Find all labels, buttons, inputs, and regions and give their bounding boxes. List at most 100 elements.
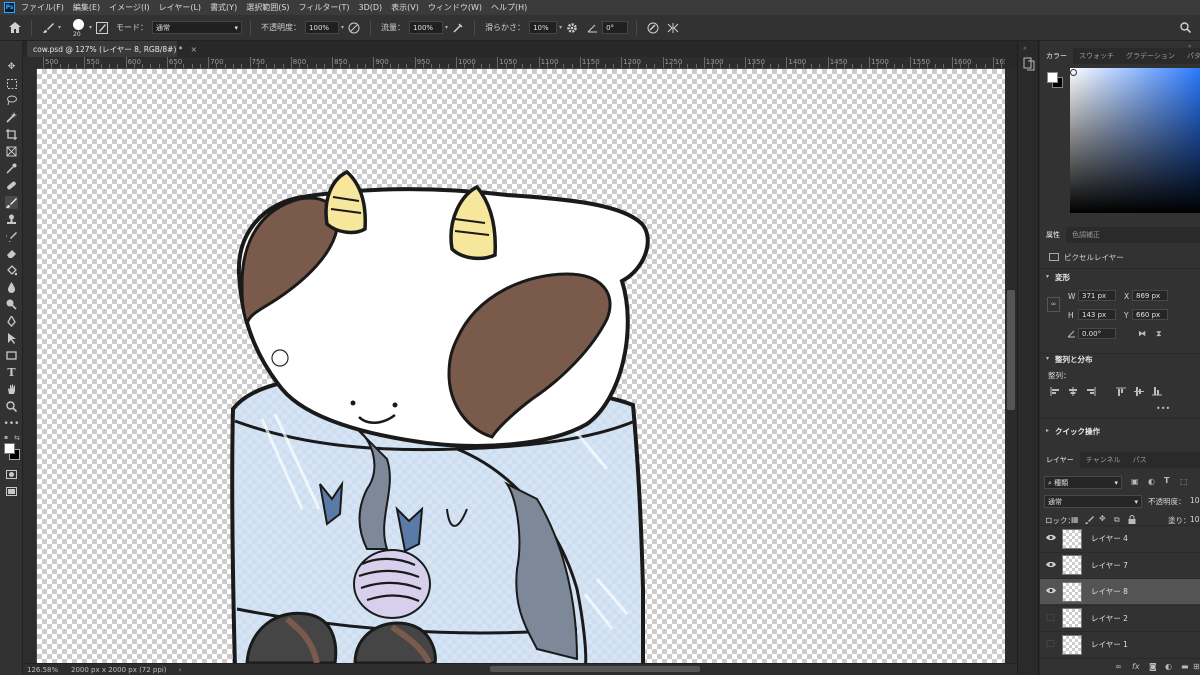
history-panel-icon[interactable] [1023, 57, 1035, 71]
frame-tool-icon[interactable] [5, 145, 18, 158]
menu-image[interactable]: イメージ(I) [109, 2, 149, 13]
align-header[interactable]: 整列と分布 [1055, 354, 1093, 365]
lock-artboard-icon[interactable]: ⧉ [1114, 515, 1120, 525]
history-brush-tool-icon[interactable] [5, 230, 18, 243]
home-icon[interactable] [8, 21, 22, 35]
menu-3d[interactable]: 3D(D) [359, 3, 383, 12]
smoothing-input[interactable]: 10% [529, 21, 558, 34]
angle-input[interactable]: 0° [602, 21, 629, 34]
move-tool-icon[interactable]: ✥ [5, 60, 18, 73]
filter-shape-icon[interactable]: ⬚ [1180, 477, 1188, 486]
chevron-right-icon[interactable]: ▸ [1046, 427, 1049, 434]
lasso-tool-icon[interactable] [5, 94, 18, 107]
layer-thumbnail[interactable] [1062, 581, 1082, 602]
align-center-icon[interactable] [1068, 387, 1078, 398]
tab-gradients[interactable]: グラデーション [1120, 48, 1181, 64]
lock-transparency-icon[interactable]: ▦ [1071, 515, 1079, 524]
layer-thumbnail[interactable] [1062, 634, 1082, 655]
menu-file[interactable]: ファイル(F) [21, 2, 64, 13]
visibility-eye-icon[interactable] [1043, 561, 1059, 570]
tab-swatches[interactable]: スウォッチ [1073, 48, 1120, 64]
menu-help[interactable]: ヘルプ(H) [491, 2, 527, 13]
layer-name[interactable]: レイヤー 1 [1091, 639, 1128, 650]
layer-row[interactable]: レイヤー 4 [1040, 525, 1200, 551]
eyedropper-tool-icon[interactable] [5, 162, 18, 175]
chevron-down-icon[interactable]: ▾ [445, 24, 448, 31]
swap-colors-icon[interactable]: ⇆ [14, 434, 22, 442]
brush-tool-icon[interactable] [41, 21, 55, 35]
layer-name[interactable]: レイヤー 2 [1091, 613, 1128, 624]
menu-edit[interactable]: 編集(E) [73, 2, 100, 13]
visibility-eye-icon[interactable] [1043, 613, 1059, 623]
rectangle-tool-icon[interactable] [5, 349, 18, 362]
x-input[interactable]: 869 px [1132, 290, 1168, 301]
chevron-down-icon[interactable]: ▾ [341, 24, 344, 31]
marquee-tool-icon[interactable] [5, 77, 18, 90]
filter-type-icon[interactable]: T [1164, 476, 1169, 485]
canvas[interactable] [37, 69, 1005, 663]
paint-bucket-tool-icon[interactable] [5, 264, 18, 277]
collapse-icon[interactable]: « [1023, 45, 1034, 52]
crop-tool-icon[interactable] [5, 128, 18, 141]
more-tools-icon[interactable]: ••• [4, 417, 20, 430]
opacity-input[interactable]: 100% [305, 21, 340, 34]
menu-type[interactable]: 書式(Y) [210, 2, 237, 13]
vertical-ruler[interactable] [23, 69, 37, 663]
filter-pixel-icon[interactable]: ▣ [1131, 477, 1139, 486]
align-middle-icon[interactable] [1134, 387, 1144, 398]
search-icon[interactable] [1178, 21, 1192, 35]
link-icon[interactable]: ∞ [1047, 297, 1060, 312]
blur-tool-icon[interactable] [5, 281, 18, 294]
quick-actions-header[interactable]: クイック操作 [1055, 426, 1100, 437]
type-tool-icon[interactable]: T [5, 366, 18, 379]
zoom-tool-icon[interactable] [5, 400, 18, 413]
layer-thumbnail[interactable] [1062, 608, 1082, 628]
chevron-down-icon[interactable]: ▾ [1046, 273, 1049, 280]
blend-mode-select[interactable]: 通常 ▾ [1044, 495, 1142, 508]
close-icon[interactable]: × [191, 45, 198, 54]
adjustment-layer-icon[interactable]: ◐ [1165, 662, 1172, 671]
tab-color[interactable]: カラー [1040, 48, 1073, 64]
horizontal-scroll-thumb[interactable] [490, 666, 700, 672]
fx-icon[interactable]: fx [1132, 662, 1140, 671]
chevron-down-icon[interactable]: ▾ [559, 24, 562, 31]
layer-name[interactable]: レイヤー 4 [1091, 533, 1128, 544]
tab-paths[interactable]: パス [1127, 452, 1153, 468]
layer-row[interactable]: レイヤー 2 [1040, 604, 1200, 631]
new-layer-icon[interactable]: ⊞ [1193, 662, 1200, 671]
align-bottom-icon[interactable] [1152, 387, 1162, 398]
tab-properties[interactable]: 属性 [1040, 227, 1066, 243]
zoom-level[interactable]: 126.58% [23, 666, 63, 674]
pen-tool-icon[interactable] [5, 315, 18, 328]
chevron-down-icon[interactable]: ▾ [58, 24, 61, 31]
transform-header[interactable]: 変形 [1055, 272, 1070, 283]
eraser-tool-icon[interactable] [5, 247, 18, 260]
document-tab[interactable]: cow.psd @ 127% (レイヤー 8, RGB/8#) * × [27, 41, 197, 57]
airbrush-icon[interactable] [451, 21, 465, 35]
default-colors-icon[interactable]: ▪ [4, 434, 12, 442]
clone-stamp-tool-icon[interactable] [5, 213, 18, 226]
hand-tool-icon[interactable] [5, 383, 18, 396]
link-layers-icon[interactable]: ∞ [1115, 662, 1122, 671]
chevron-down-icon[interactable]: ▾ [89, 24, 92, 31]
vertical-scroll-thumb[interactable] [1007, 290, 1015, 410]
align-left-icon[interactable] [1050, 387, 1060, 398]
horizontal-ruler[interactable]: 500 550 600 650 700 750 800 850 900 950 1000 1050 11… [37, 57, 1005, 69]
pressure-size-icon[interactable] [646, 21, 660, 35]
smoothing-gear-icon[interactable] [565, 21, 579, 35]
tab-patterns[interactable]: パターン [1181, 48, 1200, 64]
mode-select[interactable]: 通常 ▾ [152, 21, 243, 34]
filter-adjustment-icon[interactable]: ◐ [1148, 477, 1155, 486]
chevron-down-icon[interactable]: ▾ [1046, 355, 1049, 362]
align-top-icon[interactable] [1116, 387, 1126, 398]
path-selection-tool-icon[interactable] [5, 332, 18, 345]
tab-layers[interactable]: レイヤー [1040, 452, 1080, 468]
visibility-eye-icon[interactable] [1043, 587, 1059, 596]
rotation-input[interactable]: 0.00° [1078, 328, 1116, 339]
color-picker-marker[interactable] [1070, 69, 1077, 76]
menu-layer[interactable]: レイヤー(L) [159, 2, 201, 13]
layer-name[interactable]: レイヤー 8 [1091, 586, 1128, 597]
flow-input[interactable]: 100% [409, 21, 444, 34]
ruler-origin[interactable] [23, 57, 37, 69]
dodge-tool-icon[interactable] [5, 298, 18, 311]
